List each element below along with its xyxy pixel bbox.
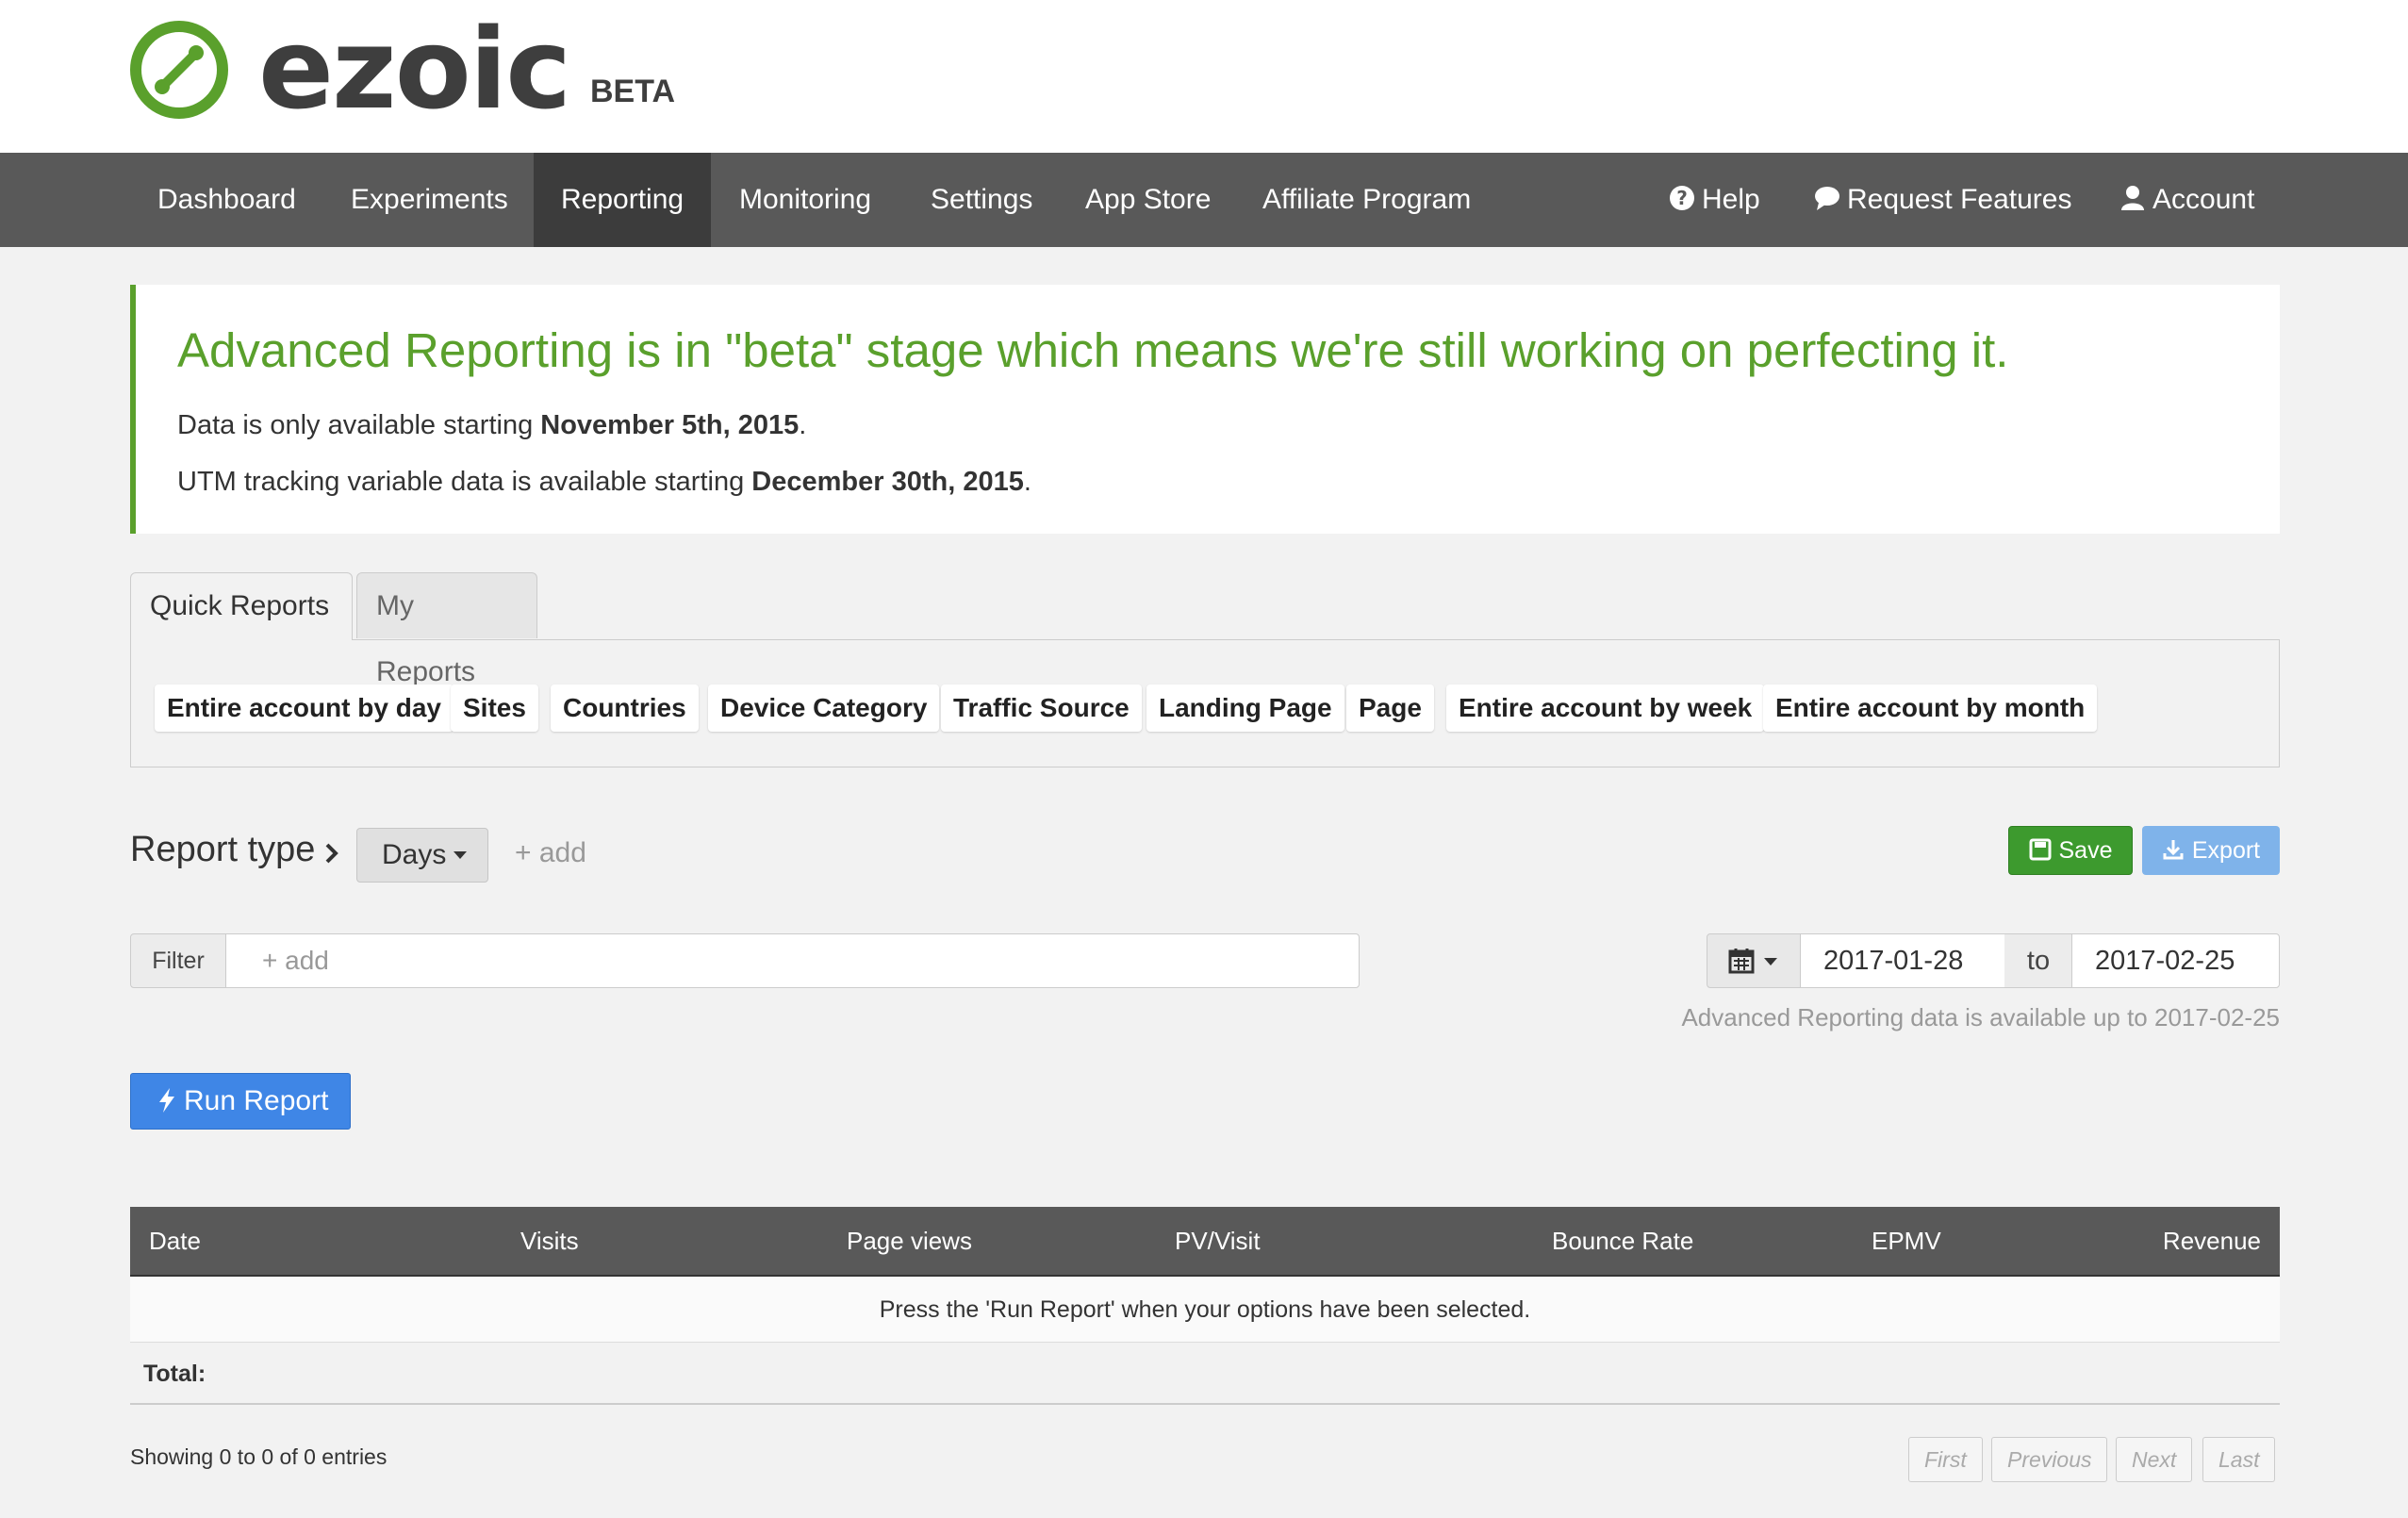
- floppy-disk-icon: [2029, 838, 2051, 861]
- data-availability-line: Data is only available starting November…: [177, 410, 806, 441]
- brand-beta-badge: BETA: [590, 74, 676, 109]
- report-type-dropdown[interactable]: Days: [356, 828, 488, 883]
- chevron-right-icon: [325, 843, 338, 864]
- nav-app-store[interactable]: App Store: [1058, 153, 1238, 247]
- table-empty-row: Press the 'Run Report' when your options…: [130, 1277, 2280, 1343]
- svg-text:?: ?: [1676, 187, 1688, 209]
- user-icon: [2121, 186, 2144, 210]
- download-icon: [2163, 840, 2184, 860]
- data-availability-suffix: .: [799, 410, 807, 440]
- caret-down-icon: [1764, 958, 1777, 965]
- column-bounce-rate[interactable]: Bounce Rate: [1552, 1207, 1693, 1275]
- pagination-last[interactable]: Last: [2202, 1437, 2276, 1482]
- main-nav: Dashboard Experiments Reporting Monitori…: [0, 153, 2408, 247]
- filter-input[interactable]: + add: [225, 933, 1360, 988]
- date-from-input[interactable]: 2017-01-28: [1800, 933, 2005, 988]
- beta-notice-title: Advanced Reporting is in "beta" stage wh…: [177, 323, 2009, 377]
- export-button-label: Export: [2191, 837, 2261, 864]
- quick-report-landing-page[interactable]: Landing Page: [1146, 685, 1344, 732]
- nav-experiments[interactable]: Experiments: [323, 153, 536, 247]
- table-entries-info: Showing 0 to 0 of 0 entries: [130, 1444, 388, 1469]
- question-circle-icon: ?: [1670, 186, 1694, 210]
- nav-settings[interactable]: Settings: [903, 153, 1060, 247]
- utm-availability-line: UTM tracking variable data is available …: [177, 467, 1031, 498]
- report-type-label: Report type: [130, 830, 316, 869]
- quick-report-device-category[interactable]: Device Category: [708, 685, 940, 732]
- nav-help[interactable]: ? Help: [1641, 153, 1788, 247]
- quick-report-traffic-source[interactable]: Traffic Source: [941, 685, 1142, 732]
- utm-availability-text: UTM tracking variable data is available …: [177, 467, 752, 497]
- save-button[interactable]: Save: [2008, 826, 2133, 875]
- report-table-header: Date Visits Page views PV/Visit Bounce R…: [130, 1207, 2280, 1277]
- nav-help-label: Help: [1702, 184, 1760, 215]
- run-report-button[interactable]: Run Report: [130, 1073, 351, 1130]
- nav-request-features-label: Request Features: [1847, 184, 2072, 215]
- utm-availability-date: December 30th, 2015: [751, 467, 1024, 497]
- brand-name[interactable]: ezoic: [258, 8, 571, 130]
- data-availability-text: Data is only available starting: [177, 410, 541, 440]
- nav-request-features[interactable]: Request Features: [1786, 153, 2099, 247]
- nav-reporting[interactable]: Reporting: [534, 153, 711, 247]
- column-date[interactable]: Date: [149, 1207, 201, 1275]
- calendar-icon: [1728, 949, 1755, 974]
- site-header: ezoic BETA: [0, 0, 2408, 153]
- data-availability-date: November 5th, 2015: [540, 410, 800, 440]
- column-epmv[interactable]: EPMV: [1872, 1207, 1941, 1275]
- date-to-input[interactable]: 2017-02-25: [2071, 933, 2280, 988]
- pagination-first[interactable]: First: [1908, 1437, 1983, 1482]
- filter-label: Filter: [130, 933, 226, 988]
- table-total-row: Total:: [130, 1343, 2280, 1405]
- caret-down-icon: [454, 851, 468, 859]
- nav-dashboard[interactable]: Dashboard: [130, 153, 323, 247]
- tab-quick-reports[interactable]: Quick Reports: [130, 572, 353, 640]
- pagination-next[interactable]: Next: [2116, 1437, 2193, 1482]
- date-range-to-label: to: [2004, 933, 2072, 988]
- column-page-views[interactable]: Page views: [847, 1207, 972, 1275]
- column-pv-visit[interactable]: PV/Visit: [1175, 1207, 1261, 1275]
- export-button[interactable]: Export: [2142, 826, 2280, 875]
- column-visits[interactable]: Visits: [520, 1207, 579, 1275]
- quick-report-entire-account-by-week[interactable]: Entire account by week: [1446, 685, 1765, 732]
- data-availability-note: Advanced Reporting data is available up …: [1681, 1003, 2280, 1031]
- utm-availability-suffix: .: [1023, 467, 1031, 497]
- run-report-label: Run Report: [184, 1085, 329, 1116]
- add-report-dimension[interactable]: + add: [515, 837, 586, 869]
- quick-report-entire-account-by-day[interactable]: Entire account by day: [155, 685, 454, 732]
- nav-monitoring[interactable]: Monitoring: [712, 153, 899, 247]
- date-preset-dropdown[interactable]: [1707, 933, 1801, 988]
- quick-report-sites[interactable]: Sites: [451, 685, 538, 732]
- nav-affiliate-program[interactable]: Affiliate Program: [1235, 153, 1498, 247]
- nav-account-label: Account: [2152, 184, 2255, 215]
- column-revenue[interactable]: Revenue: [2163, 1207, 2261, 1275]
- quick-report-page[interactable]: Page: [1346, 685, 1434, 732]
- beta-notice: Advanced Reporting is in "beta" stage wh…: [130, 285, 2280, 534]
- comment-icon: [1815, 187, 1839, 210]
- save-button-label: Save: [2058, 837, 2113, 864]
- nav-account[interactable]: Account: [2091, 153, 2282, 247]
- report-type-value: Days: [382, 839, 447, 870]
- tab-my-reports[interactable]: My Reports: [356, 572, 537, 687]
- bolt-icon: [159, 1088, 174, 1113]
- pagination-previous[interactable]: Previous: [1991, 1437, 2108, 1482]
- quick-report-entire-account-by-month[interactable]: Entire account by month: [1763, 685, 2098, 732]
- quick-report-countries[interactable]: Countries: [551, 685, 699, 732]
- ezoic-logo-icon[interactable]: [128, 19, 230, 121]
